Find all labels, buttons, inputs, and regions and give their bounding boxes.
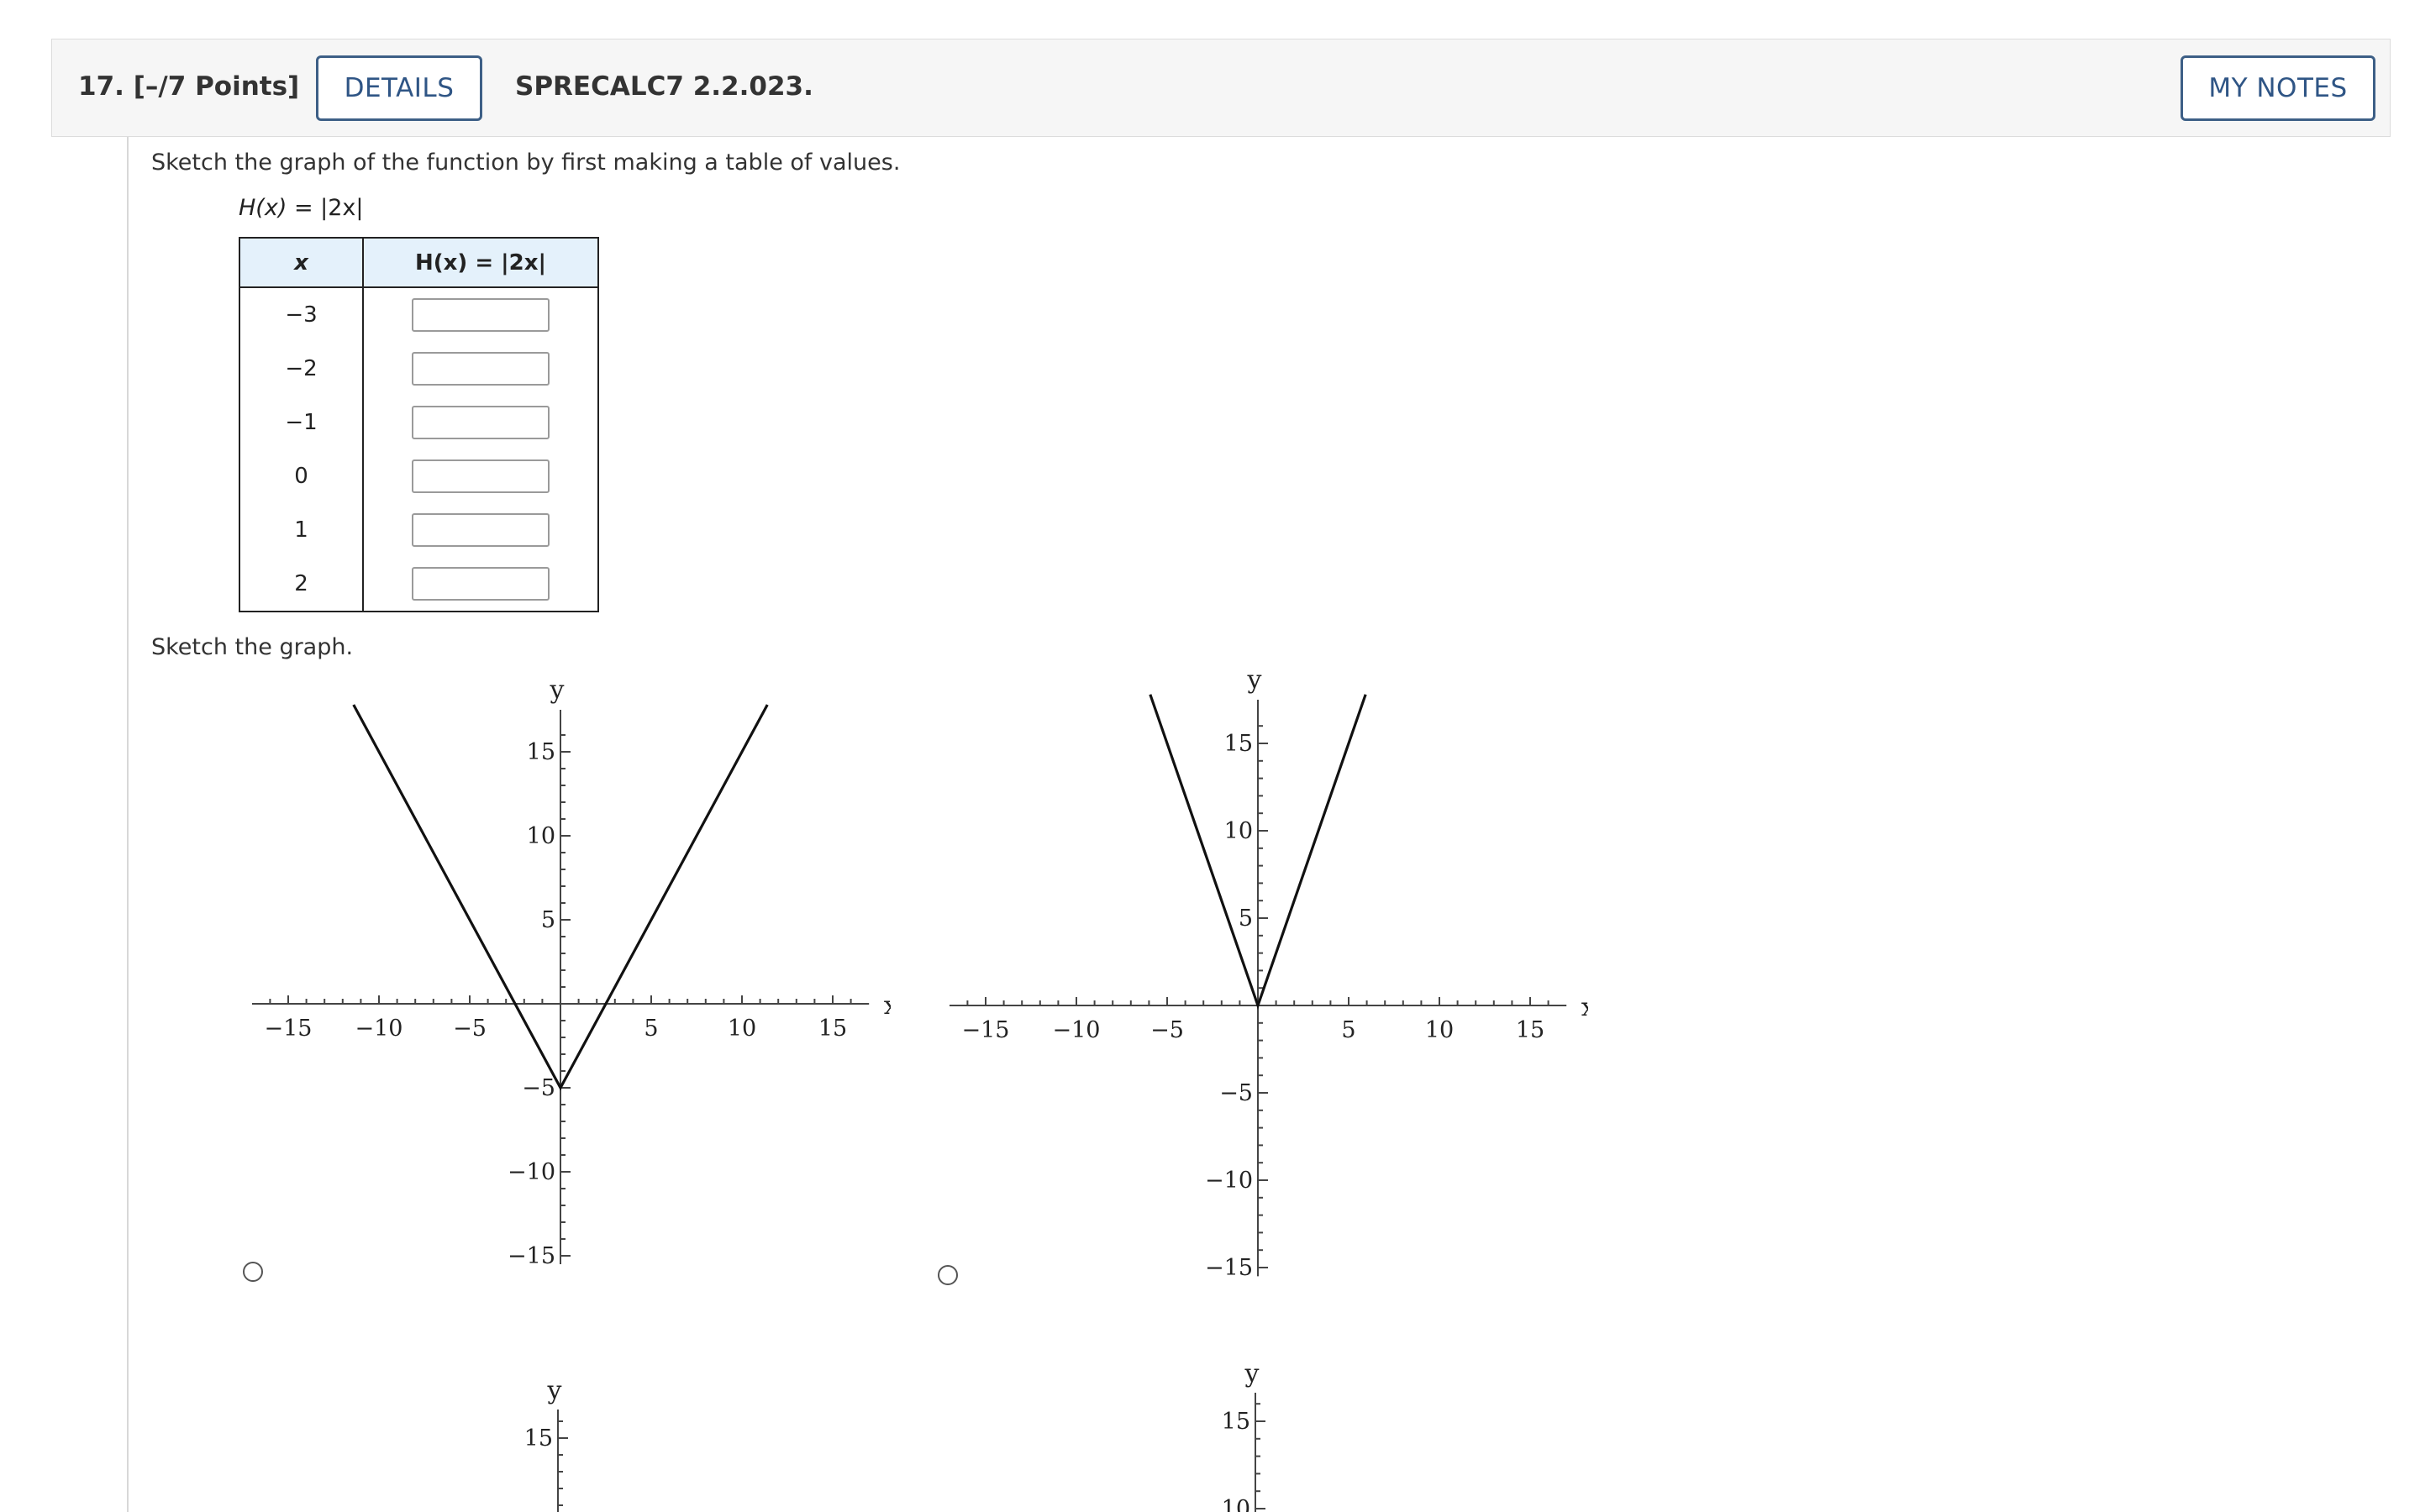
x-tick-label: 5	[1341, 1017, 1355, 1043]
graph-option-a: −15 −10 −5 5 10 15 15 10 5 −5 −10 −15 x y	[252, 675, 891, 1269]
h-value-input[interactable]	[412, 459, 550, 493]
y-tick-label: 15	[524, 1425, 553, 1452]
y-tick-label: −5	[1219, 1080, 1253, 1106]
h-value-input[interactable]	[412, 298, 550, 332]
x-value: −2	[239, 342, 364, 396]
y-tick-label: 15	[1222, 1409, 1250, 1435]
function-rhs: = |2x|	[293, 195, 364, 221]
x-tick-label: −5	[453, 1016, 487, 1042]
y-axis-label: y	[1244, 1361, 1260, 1389]
graph-option-b: −15 −10 −5 5 10 15 15 10 5 −5 −10 −15 x y	[950, 672, 1588, 1281]
x-tick-label: −15	[265, 1016, 313, 1042]
y-tick-label: 15	[1224, 731, 1253, 757]
y-tick-label: −5	[522, 1075, 555, 1101]
x-tick-label: 15	[1516, 1017, 1544, 1043]
instruction-text: Sketch the graph of the function by firs…	[151, 150, 901, 176]
y-tick-label: −10	[1205, 1168, 1253, 1194]
x-axis-label: x	[884, 991, 891, 1021]
sketch-label: Sketch the graph.	[151, 634, 354, 660]
x-tick-label: −10	[355, 1016, 403, 1042]
function-definition: H(x) = |2x|	[239, 195, 364, 221]
x-tick-label: 10	[728, 1016, 756, 1042]
column-header-h: H(x) = |2x|	[363, 238, 598, 288]
my-notes-button[interactable]: MY NOTES	[2181, 55, 2375, 121]
question-number: 17.	[78, 71, 124, 102]
x-value: 1	[239, 503, 364, 557]
points-label: [–/7 Points]	[133, 71, 300, 102]
x-tick-label: 15	[818, 1016, 847, 1042]
y-tick-label: 5	[541, 907, 555, 933]
y-axis-label: y	[547, 1376, 562, 1405]
y-tick-label: 10	[1224, 818, 1253, 844]
graph-option-d: y 15 10	[1222, 1361, 1265, 1512]
function-name: H(x)	[239, 195, 287, 221]
y-tick-label: 10	[527, 823, 555, 849]
graph-option-c: y 15	[524, 1376, 568, 1512]
h-value-input[interactable]	[412, 513, 550, 547]
question-points: 17. [–/7 Points]	[78, 71, 299, 102]
values-table: x H(x) = |2x| −3 −2 −1 0 1 2	[239, 237, 599, 612]
y-axis-label: y	[1247, 672, 1262, 695]
x-tick-label: −10	[1053, 1017, 1101, 1043]
x-axis-label: x	[1581, 993, 1588, 1022]
table-row: −1	[239, 396, 598, 449]
h-value-input[interactable]	[412, 567, 550, 601]
h-value-input[interactable]	[412, 406, 550, 439]
x-value: −1	[239, 396, 364, 449]
x-value: 0	[239, 449, 364, 503]
y-axis-label: y	[550, 675, 565, 705]
table-row: 0	[239, 449, 598, 503]
question-header: 17. [–/7 Points] DETAILS SPRECALC7 2.2.0…	[51, 39, 2391, 137]
y-tick-label: −15	[1205, 1255, 1253, 1281]
details-button[interactable]: DETAILS	[316, 55, 482, 121]
x-tick-label: 5	[644, 1016, 658, 1042]
x-tick-label: −15	[962, 1017, 1010, 1043]
column-header-x: x	[239, 238, 364, 288]
x-value: 2	[239, 557, 364, 612]
x-tick-label: 10	[1425, 1017, 1454, 1043]
question-id: SPRECALC7 2.2.023.	[515, 71, 813, 102]
y-tick-label: −15	[508, 1243, 555, 1269]
table-row: 1	[239, 503, 598, 557]
table-row: −2	[239, 342, 598, 396]
y-tick-label: −10	[508, 1159, 555, 1185]
x-tick-label: −5	[1150, 1017, 1184, 1043]
y-tick-label: 10	[1222, 1496, 1250, 1512]
x-value: −3	[239, 287, 364, 342]
table-row: 2	[239, 557, 598, 612]
y-tick-label: 15	[527, 739, 555, 765]
y-tick-label: 5	[1239, 906, 1253, 932]
table-row: −3	[239, 287, 598, 342]
h-value-input[interactable]	[412, 352, 550, 386]
